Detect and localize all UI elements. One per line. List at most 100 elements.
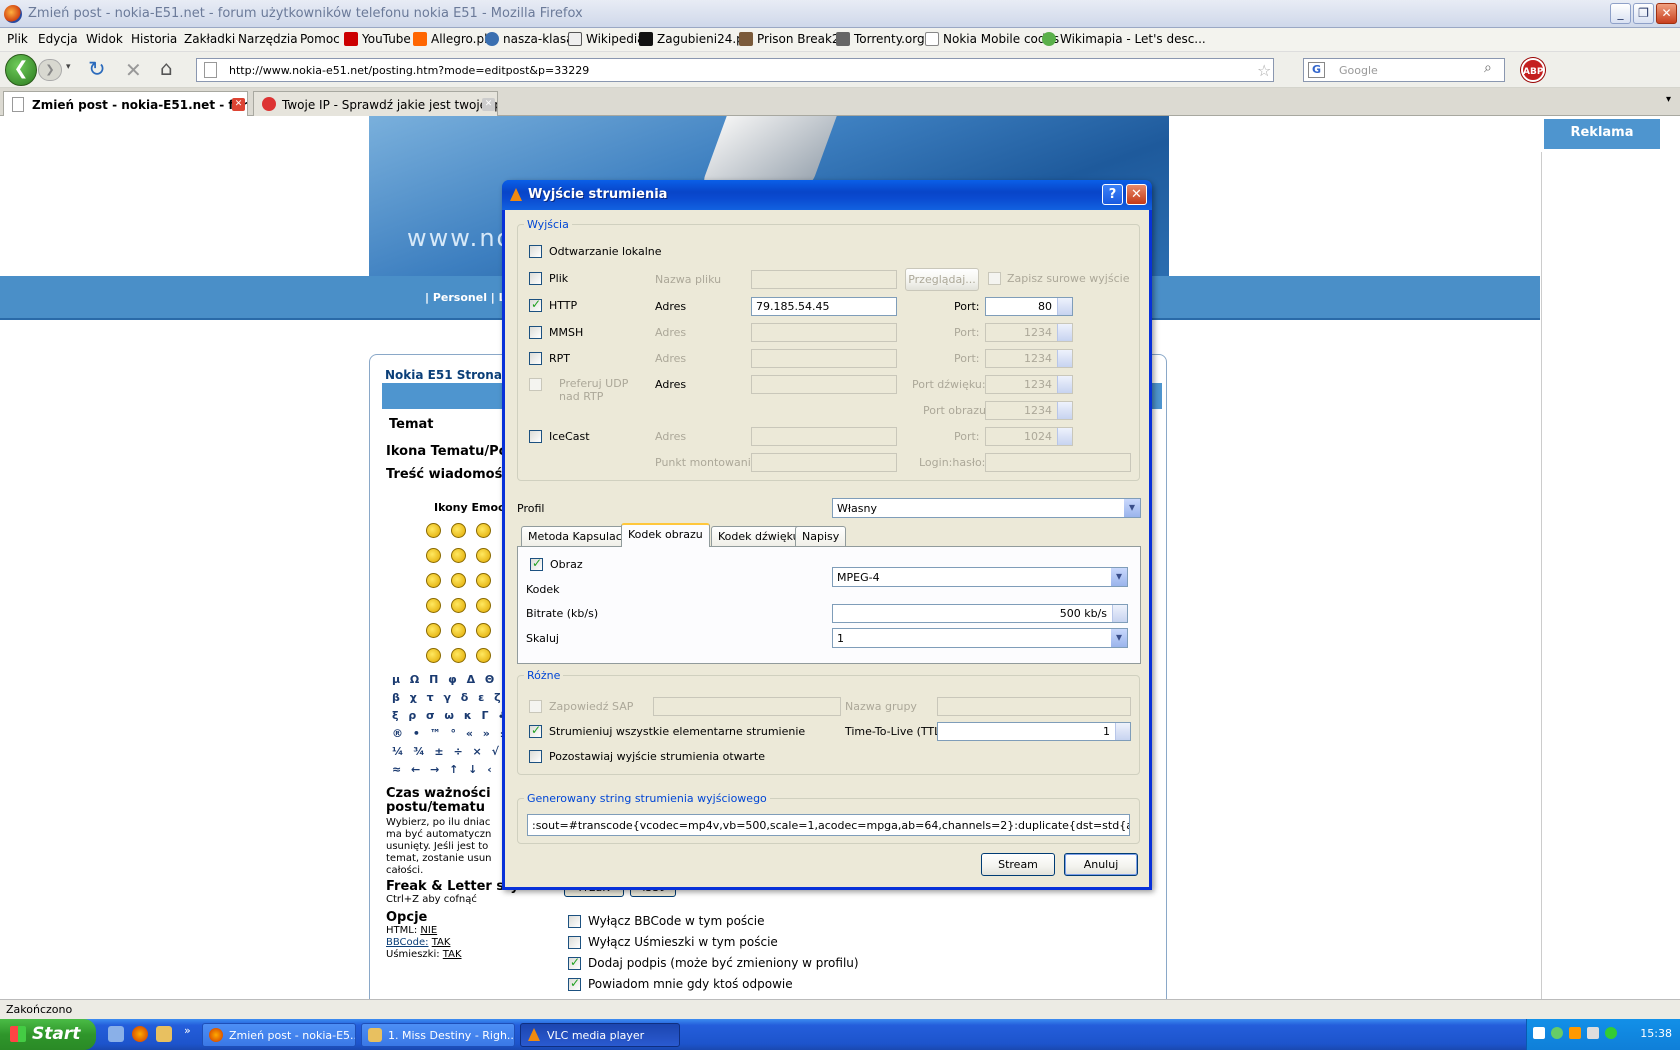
http-checkbox[interactable] — [529, 297, 542, 312]
close-dialog-button[interactable]: ✕ — [1126, 184, 1147, 205]
smiley-icon[interactable] — [476, 648, 491, 663]
video-checkbox[interactable] — [530, 556, 543, 571]
task-firefox[interactable]: Zmień post - nokia-E5... — [202, 1023, 356, 1047]
prefer-udp-checkbox[interactable] — [529, 378, 542, 391]
signature-checkbox[interactable] — [568, 955, 581, 970]
vlc-tray-icon[interactable] — [1569, 1027, 1581, 1039]
forum-title[interactable]: Nokia E51 Strona — [385, 368, 502, 382]
bookmark-youtube[interactable]: YouTube — [344, 32, 411, 46]
bookmark-star-icon[interactable]: ☆ — [1257, 61, 1271, 80]
menu-narzedzia[interactable]: Narzędzia — [238, 32, 298, 46]
url-bar[interactable]: http://www.nokia-e51.net/posting.htm?mod… — [196, 58, 1274, 82]
smiley-icon[interactable] — [451, 598, 466, 613]
scale-select[interactable]: 1 — [832, 628, 1128, 648]
ttl-spinner[interactable]: 1 — [937, 722, 1131, 741]
mount-point-input[interactable] — [751, 453, 897, 472]
tab-subtitles[interactable]: Napisy — [795, 526, 847, 546]
bookmark-wikimapia[interactable]: Wikimapia - Let's desc... — [1042, 32, 1206, 46]
menu-plik[interactable]: Plik — [7, 32, 28, 46]
rpt-address-input[interactable] — [751, 349, 897, 368]
security-icon[interactable] — [1605, 1027, 1617, 1039]
icecast-checkbox[interactable] — [529, 430, 542, 443]
icecast-address-input[interactable] — [751, 427, 897, 446]
smiley-icon[interactable] — [426, 523, 441, 538]
minimize-button[interactable]: _ — [1610, 3, 1631, 24]
disable-bbcode-checkbox[interactable] — [568, 915, 581, 928]
network-icon[interactable] — [1551, 1027, 1563, 1039]
menu-historia[interactable]: Historia — [131, 32, 177, 46]
browse-button[interactable]: Przeglądaj... — [905, 268, 979, 291]
close-tab-icon[interactable]: ✕ — [232, 98, 245, 111]
bookmark-zagubieni[interactable]: Zagubieni24.pl — [639, 32, 747, 46]
local-playback-checkbox[interactable] — [529, 245, 542, 258]
disable-smileys-checkbox[interactable] — [568, 936, 581, 949]
bookmark-wikipedia[interactable]: Wikipedia — [568, 32, 645, 46]
all-streams-checkbox[interactable] — [529, 723, 542, 738]
smiley-icon[interactable] — [426, 548, 441, 563]
history-dropdown-icon[interactable]: ▾ — [66, 62, 71, 72]
home-icon[interactable]: ⌂ — [160, 56, 173, 80]
smiley-icon[interactable] — [476, 598, 491, 613]
restore-button[interactable]: ❐ — [1633, 3, 1654, 24]
smiley-icon[interactable] — [451, 623, 466, 638]
smiley-icon[interactable] — [451, 573, 466, 588]
bitrate-spinner[interactable]: 500 kb/s — [832, 604, 1128, 623]
menu-zakladki[interactable]: Zakładki — [184, 32, 235, 46]
menu-edycja[interactable]: Edycja — [38, 32, 78, 46]
quicklaunch-more-icon[interactable]: » — [184, 1024, 191, 1037]
smiley-icon[interactable] — [426, 648, 441, 663]
notify-checkbox[interactable] — [568, 976, 581, 991]
bookmark-nokia-codes[interactable]: Nokia Mobile codes — [925, 32, 1059, 46]
smiley-icon[interactable] — [476, 548, 491, 563]
sap-input[interactable] — [653, 697, 841, 716]
smiley-icon[interactable] — [426, 598, 441, 613]
smiley-icon[interactable] — [451, 648, 466, 663]
adblock-icon[interactable]: ABP — [1521, 58, 1545, 82]
smiley-icon[interactable] — [451, 523, 466, 538]
close-tab-icon[interactable]: ✕ — [482, 98, 495, 111]
back-button[interactable]: ❮ — [5, 54, 37, 86]
reload-icon[interactable]: ↻ — [88, 57, 106, 81]
smiley-icon[interactable] — [476, 623, 491, 638]
generated-string-input[interactable]: :sout=#transcode{vcodec=mp4v,vb=500,scal… — [527, 814, 1130, 836]
video-port-spinner[interactable]: 1234 — [985, 401, 1073, 420]
bookmark-prison-break[interactable]: Prison Break24 — [739, 32, 847, 46]
menu-widok[interactable]: Widok — [86, 32, 123, 46]
icecast-port-spinner[interactable]: 1024 — [985, 427, 1073, 446]
file-checkbox[interactable] — [529, 272, 542, 285]
cancel-button[interactable]: Anuluj — [1064, 853, 1138, 876]
tab-encapsulation[interactable]: Metoda Kapsulacji — [521, 526, 635, 546]
volume-icon[interactable] — [1587, 1027, 1599, 1039]
close-button[interactable]: ✕ — [1656, 3, 1677, 24]
forum-nav-links[interactable]: | Personel | Li — [425, 291, 509, 304]
smiley-icon[interactable] — [426, 623, 441, 638]
group-name-input[interactable] — [937, 697, 1131, 716]
firefox-quicklaunch-icon[interactable] — [132, 1026, 148, 1042]
file-name-input[interactable] — [751, 270, 897, 289]
stop-icon[interactable]: ✕ — [125, 58, 142, 82]
stream-button[interactable]: Stream — [981, 853, 1055, 876]
task-winamp[interactable]: 1. Miss Destiny - Righ... — [361, 1023, 515, 1047]
forward-button[interactable]: ❯ — [38, 59, 62, 81]
profile-select[interactable]: Własny — [832, 498, 1141, 518]
rpt-port-spinner[interactable]: 1234 — [985, 349, 1073, 368]
search-input[interactable]: G Google ⌕ — [1303, 58, 1505, 82]
raw-output-checkbox[interactable] — [988, 272, 1001, 285]
winamp-quicklaunch-icon[interactable] — [156, 1026, 172, 1042]
smiley-icon[interactable] — [426, 573, 441, 588]
show-desktop-icon[interactable] — [108, 1026, 124, 1042]
tab-twoje-ip[interactable]: Twoje IP - Sprawdź jakie jest twoje ip i… — [253, 91, 498, 116]
tab-audio-codec[interactable]: Kodek dźwięku — [711, 526, 807, 546]
mmsh-address-input[interactable] — [751, 323, 897, 342]
tab-video-codec[interactable]: Kodek obrazu — [621, 523, 710, 547]
bookmark-torrenty[interactable]: Torrenty.org — [836, 32, 925, 46]
audio-port-spinner[interactable]: 1234 — [985, 375, 1073, 394]
login-input[interactable] — [985, 453, 1131, 472]
mmsh-checkbox[interactable] — [529, 326, 542, 339]
http-address-input[interactable]: 79.185.54.45 — [751, 297, 897, 316]
sap-checkbox[interactable] — [529, 700, 542, 713]
symbol-row[interactable]: β χ τ γ δ ε ζ — [392, 691, 504, 704]
http-port-spinner[interactable]: 80 — [985, 297, 1073, 316]
codec-select[interactable]: MPEG-4 — [832, 567, 1128, 587]
search-icon[interactable]: ⌕ — [1484, 60, 1492, 76]
